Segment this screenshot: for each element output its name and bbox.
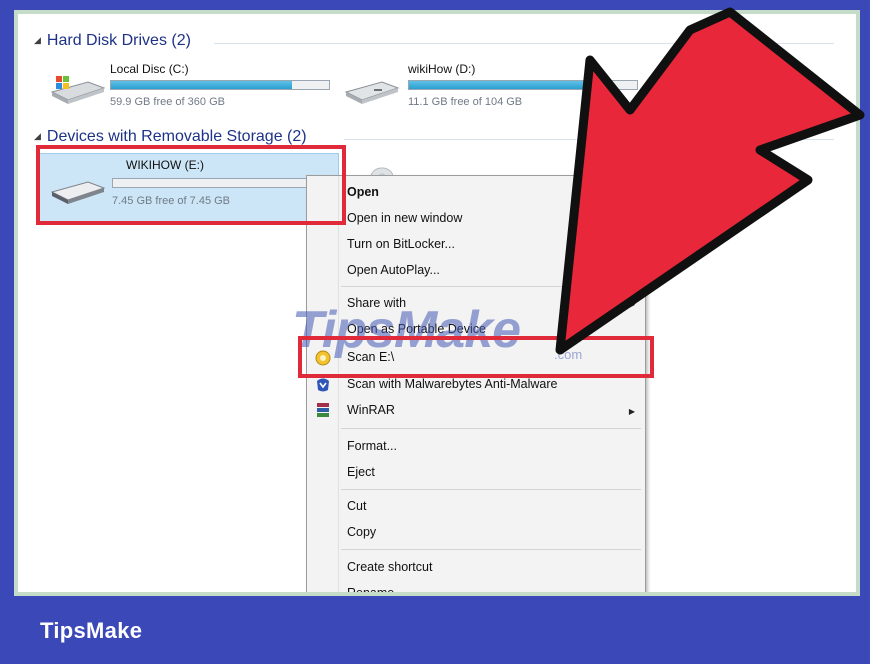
- menu-separator: [341, 489, 641, 490]
- section-header-hard-disks[interactable]: ◢ Hard Disk Drives (2): [34, 32, 191, 50]
- menu-item-winrar[interactable]: WinRAR: [347, 403, 395, 417]
- menu-item-autoplay[interactable]: Open AutoPlay...: [347, 263, 440, 277]
- footer: TipsMake: [0, 596, 870, 664]
- menu-item-format[interactable]: Format...: [347, 439, 397, 453]
- drive-usage-fill: [409, 81, 612, 89]
- drive-name: Local Disc (C:): [110, 62, 189, 76]
- brand-label: TipsMake: [40, 618, 143, 643]
- hard-drive-icon: [344, 81, 400, 104]
- scan-highlight-box: [298, 336, 654, 378]
- submenu-arrow-icon: ▶: [628, 300, 635, 309]
- section-divider: [344, 139, 834, 140]
- section-title: Hard Disk Drives (2): [46, 32, 191, 49]
- menu-icon-gutter: [338, 176, 339, 596]
- menu-separator: [341, 428, 641, 429]
- drive-local-disc-c[interactable]: Local Disc (C:) 59.9 GB free of 360 GB: [50, 62, 340, 118]
- explorer-window: ◢ Hard Disk Drives (2) Local Disc (C:) 59…: [14, 10, 860, 596]
- winrar-icon: [317, 403, 329, 417]
- drive-name: wikiHow (D:): [408, 62, 476, 76]
- menu-separator: [341, 549, 641, 550]
- menu-item-open[interactable]: Open: [347, 185, 379, 199]
- menu-item-cut[interactable]: Cut: [347, 499, 366, 513]
- drive-highlight-box: [36, 145, 346, 225]
- menu-item-copy[interactable]: Copy: [347, 525, 376, 539]
- drive-usage-bar: [110, 80, 330, 90]
- malwarebytes-icon: [317, 378, 329, 392]
- menu-item-malwarebytes[interactable]: Scan with Malwarebytes Anti-Malware: [347, 377, 558, 391]
- drive-free-space: 11.1 GB free of 104 GB: [408, 96, 523, 108]
- menu-item-rename[interactable]: Rename: [347, 586, 394, 596]
- drive-usage-fill: [111, 81, 292, 89]
- section-header-removable[interactable]: ◢ Devices with Removable Storage (2): [34, 128, 307, 146]
- menu-separator: [341, 286, 641, 287]
- drive-usage-bar: [408, 80, 638, 90]
- hard-drive-windows-icon: [50, 76, 106, 104]
- menu-item-create-shortcut[interactable]: Create shortcut: [347, 560, 432, 574]
- menu-item-bitlocker[interactable]: Turn on BitLocker...: [347, 237, 455, 251]
- section-divider: [214, 43, 834, 44]
- collapse-triangle-icon[interactable]: ◢: [34, 131, 41, 141]
- drive-wikihow-d[interactable]: wikiHow (D:) 11.1 GB free of 104 GB: [344, 62, 644, 118]
- submenu-arrow-icon: ▶: [628, 407, 635, 416]
- collapse-triangle-icon[interactable]: ◢: [34, 35, 41, 45]
- menu-item-eject[interactable]: Eject: [347, 465, 375, 479]
- drive-free-space: 59.9 GB free of 360 GB: [110, 96, 225, 108]
- menu-item-open-new-window[interactable]: Open in new window: [347, 211, 462, 225]
- section-title: Devices with Removable Storage (2): [46, 128, 307, 145]
- context-menu: Open Open in new window Turn on BitLocke…: [306, 175, 646, 596]
